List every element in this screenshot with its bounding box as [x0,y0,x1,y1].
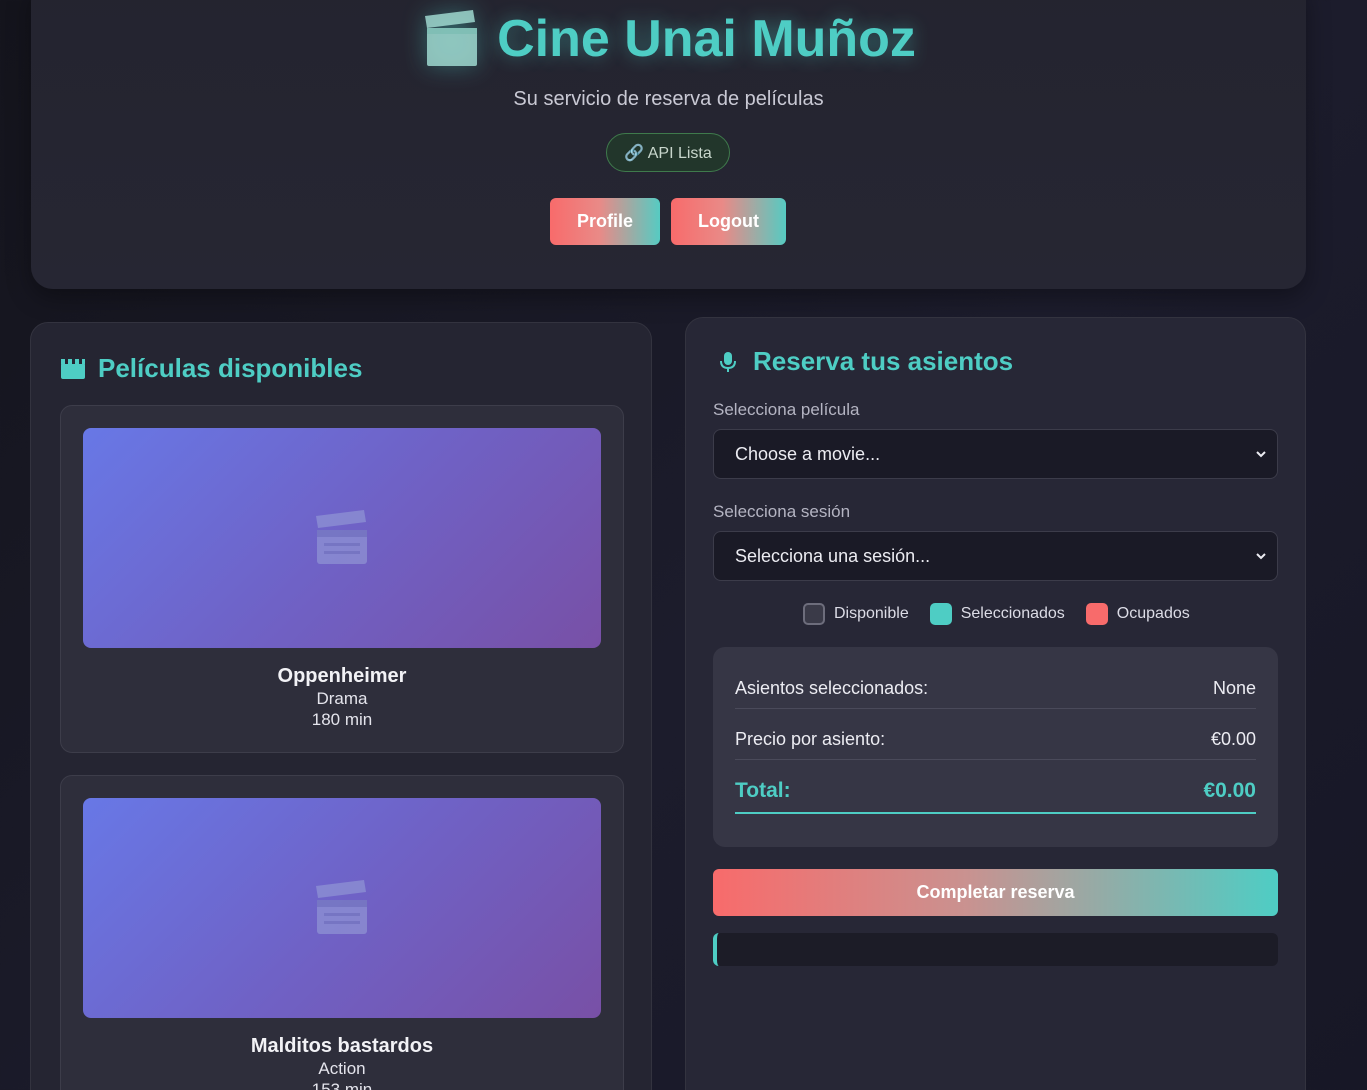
clapper-icon [316,510,367,564]
legend-selected-label: Seleccionados [960,605,1065,622]
movie-select-value: Choose a movie... [735,443,881,464]
movie-duration: 153 min [311,1080,373,1090]
legend-occupied: Ocupados [1085,603,1190,625]
legend-available: Disponible [803,603,909,625]
selected-seats-label: Asientos seleccionados: [735,678,929,698]
booking-panel: Reserva tus asientos Selecciona película… [685,317,1306,1090]
movie-card[interactable]: Malditos bastardos Action 153 min [60,775,624,1090]
app-subtitle: Su servicio de reserva de películas [513,88,824,110]
session-select-label: Selecciona sesión [713,502,851,521]
session-select-value: Selecciona una sesión... [735,545,931,566]
movie-genre: Drama [316,689,368,708]
selected-seats-row: Asientos seleccionados: None [735,678,1256,709]
movies-heading: Películas disponibles [60,353,362,384]
clapper-icon [316,880,367,934]
booking-heading: Reserva tus asientos [715,346,1013,377]
legend-selected: Seleccionados [929,603,1065,625]
movie-card[interactable]: Oppenheimer Drama 180 min [60,405,624,753]
price-per-seat-row: Precio por asiento: €0.00 [735,729,1256,760]
api-status-badge: 🔗 API Lista [606,133,730,172]
chevron-down-icon [1256,553,1266,560]
movie-title: Malditos bastardos [250,1035,434,1057]
status-message-box [713,933,1278,966]
total-row: Total: €0.00 [735,779,1256,814]
available-swatch [803,603,825,625]
clapperboard-icon [421,10,479,68]
booking-summary: Asientos seleccionados: None Precio por … [713,647,1278,847]
movies-heading-label: Películas disponibles [98,353,363,383]
movie-select[interactable]: Choose a movie... [713,429,1278,479]
occupied-swatch [1085,603,1108,625]
movie-genre: Action [318,1059,366,1078]
price-per-seat-label: Precio por asiento: [735,729,886,749]
app-title: Cine Unai Muñoz [497,10,916,68]
microphone-icon [720,351,736,372]
selected-swatch [929,603,952,625]
legend-occupied-label: Ocupados [1116,605,1190,622]
total-label: Total: [735,779,791,802]
movie-poster [83,798,601,1018]
booking-heading-label: Reserva tus asientos [753,346,1014,376]
movie-duration: 180 min [311,710,373,729]
total-value: €0.00 [1203,779,1256,802]
complete-booking-button[interactable]: Completar reserva [713,869,1278,916]
app-header: Cine Unai Muñoz Su servicio de reserva d… [31,0,1306,289]
selected-seats-value: None [1212,678,1256,698]
movies-panel: Películas disponibles Oppenheimer Drama … [30,322,652,1090]
film-icon [61,358,85,379]
chevron-down-icon [1256,451,1266,458]
header-actions: Profile Logout [550,198,786,245]
seat-legend: Disponible Seleccionados Ocupados [803,603,1190,625]
movie-poster [83,428,601,648]
profile-button[interactable]: Profile [550,198,660,245]
legend-available-label: Disponible [834,605,909,622]
movie-title: Oppenheimer [277,665,407,687]
session-select[interactable]: Selecciona una sesión... [713,531,1278,581]
price-per-seat-value: €0.00 [1210,729,1256,749]
logout-button[interactable]: Logout [671,198,786,245]
title-row: Cine Unai Muñoz [31,10,1306,68]
movie-select-label: Selecciona película [713,400,860,419]
